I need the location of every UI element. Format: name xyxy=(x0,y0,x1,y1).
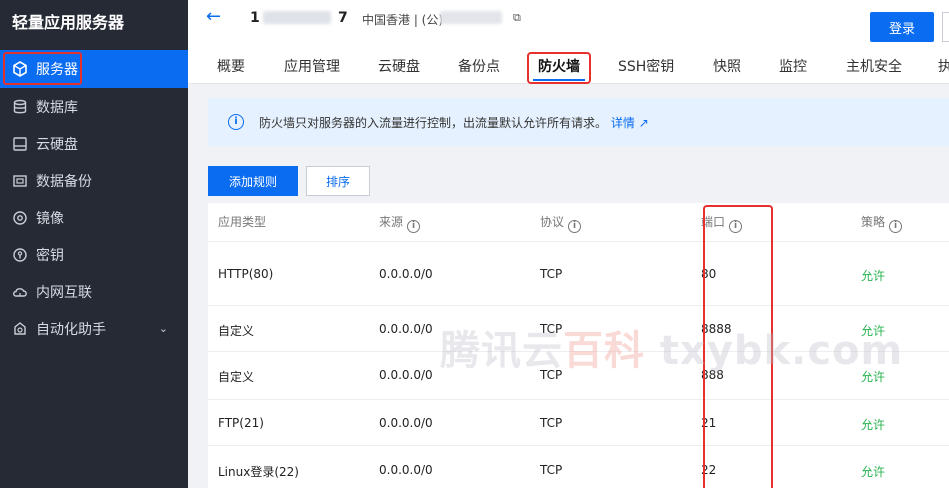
highlight-box xyxy=(3,52,82,85)
notice-message: 防火墙只对服务器的入流量进行控制，出流量默认允许所有请求。 xyxy=(259,116,608,130)
cell-policy: 允许 xyxy=(861,418,886,432)
sidebar-item-label: 密钥 xyxy=(36,247,64,264)
key-icon xyxy=(11,246,29,264)
sort-button[interactable]: 排序 xyxy=(306,166,370,196)
sidebar-item-intranet[interactable]: 内网互联 xyxy=(0,273,188,310)
table-row: FTP(21) 0.0.0.0/0 TCP 21 允许 xyxy=(208,399,949,445)
sidebar: 轻量应用服务器 服务器 数据库 云硬盘 数据备份 镜像 密钥 内网互联 自动化助… xyxy=(0,0,188,488)
cell-protocol: TCP xyxy=(540,463,563,477)
sidebar-item-label: 内网互联 xyxy=(36,284,92,301)
gear-icon xyxy=(11,320,29,338)
cloud-link-icon xyxy=(11,283,29,301)
more-button-edge[interactable] xyxy=(942,12,949,42)
info-notice: i 防火墙只对服务器的入流量进行控制，出流量默认允许所有请求。 详情 ↗ xyxy=(208,98,949,146)
redacted-public-ip xyxy=(440,11,502,24)
notice-text: 防火墙只对服务器的入流量进行控制，出流量默认允许所有请求。 详情 ↗ xyxy=(259,114,649,131)
cell-source: 0.0.0.0/0 xyxy=(379,267,433,281)
cell-policy: 允许 xyxy=(861,269,886,283)
header-label: 协议 xyxy=(540,215,565,229)
tab-app-management[interactable]: 应用管理 xyxy=(284,56,340,76)
cell-app-type: 自定义 xyxy=(218,370,255,384)
copy-icon[interactable]: ⧉ xyxy=(513,11,521,25)
watermark-text-red: 百科 xyxy=(563,328,645,374)
sidebar-item-label: 镜像 xyxy=(36,210,64,227)
cell-app-type: 自定义 xyxy=(218,324,255,338)
chevron-down-icon[interactable]: ⌄ xyxy=(159,322,168,335)
info-icon[interactable]: i xyxy=(889,220,903,233)
sidebar-item-label: 云硬盘 xyxy=(36,136,78,153)
cell-policy: 允许 xyxy=(861,465,886,479)
sidebar-item-label: 自动化助手 xyxy=(36,321,106,338)
sidebar-item-disk[interactable]: 云硬盘 xyxy=(0,125,188,162)
tab-firewall[interactable]: 防火墙 xyxy=(538,56,580,76)
tab-host-security[interactable]: 主机安全 xyxy=(846,56,902,76)
watermark: 腾讯云百科 txybk.com xyxy=(440,318,903,376)
back-arrow-icon[interactable]: ← xyxy=(206,6,221,27)
active-tab-underline xyxy=(533,79,585,81)
cell-source: 0.0.0.0/0 xyxy=(379,368,433,382)
cell-source: 0.0.0.0/0 xyxy=(379,416,433,430)
cell-protocol: TCP xyxy=(540,416,563,430)
tab-ssh-keys[interactable]: SSH密钥 xyxy=(618,56,674,76)
tab-snapshots[interactable]: 快照 xyxy=(713,56,741,76)
add-rule-button[interactable]: 添加规则 xyxy=(208,166,298,196)
instance-region: 中国香港 | (公) xyxy=(362,13,444,27)
cell-protocol: TCP xyxy=(540,267,563,281)
disk-icon xyxy=(11,135,29,153)
top-header: ← 1 7 中国香港 | (公) ⧉ 登录 xyxy=(188,0,949,42)
table-row: Linux登录(22) 0.0.0.0/0 TCP 22 允许 xyxy=(208,445,949,488)
cell-app-type: Linux登录(22) xyxy=(218,465,299,479)
sidebar-item-automation[interactable]: 自动化助手 ⌄ xyxy=(0,310,188,347)
details-link[interactable]: 详情 xyxy=(611,116,635,130)
instance-name-prefix: 1 xyxy=(250,10,260,26)
info-icon[interactable]: i xyxy=(568,220,582,233)
sidebar-item-label: 数据库 xyxy=(36,99,78,116)
watermark-url: txybk.com xyxy=(645,328,904,374)
column-header-protocol: 协议 i xyxy=(540,203,582,241)
tab-backup-points[interactable]: 备份点 xyxy=(458,56,500,76)
header-label: 应用类型 xyxy=(218,215,267,229)
sidebar-item-server[interactable]: 服务器 xyxy=(0,50,188,88)
column-header-policy: 策略 i xyxy=(861,203,903,241)
tab-bar: 概要 应用管理 云硬盘 备份点 防火墙 SSH密钥 快照 监控 主机安全 执 xyxy=(188,48,949,84)
cell-app-type: HTTP(80) xyxy=(218,267,274,281)
cell-source: 0.0.0.0/0 xyxy=(379,463,433,477)
sidebar-item-key[interactable]: 密钥 xyxy=(0,236,188,273)
cell-app-type: FTP(21) xyxy=(218,416,264,430)
sidebar-item-label: 数据备份 xyxy=(36,173,92,190)
info-icon: i xyxy=(228,114,244,130)
login-button[interactable]: 登录 xyxy=(870,12,934,42)
header-label: 来源 xyxy=(379,215,404,229)
database-icon xyxy=(11,98,29,116)
tab-monitoring[interactable]: 监控 xyxy=(779,56,807,76)
sidebar-item-database[interactable]: 数据库 xyxy=(0,88,188,125)
info-icon[interactable]: i xyxy=(407,220,421,233)
image-icon xyxy=(11,209,29,227)
tab-overview[interactable]: 概要 xyxy=(217,56,245,76)
column-header-source: 来源 i xyxy=(379,203,421,241)
brand-title: 轻量应用服务器 xyxy=(12,13,125,32)
redacted-ip xyxy=(263,11,331,24)
cell-source: 0.0.0.0/0 xyxy=(379,322,433,336)
backup-icon xyxy=(11,172,29,190)
sidebar-item-image[interactable]: 镜像 xyxy=(0,199,188,236)
watermark-text: 腾讯云 xyxy=(440,328,563,374)
tab-more[interactable]: 执 xyxy=(938,56,949,76)
table-row: HTTP(80) 0.0.0.0/0 TCP 80 允许 xyxy=(208,241,949,305)
main-content: i 防火墙只对服务器的入流量进行控制，出流量默认允许所有请求。 详情 ↗ 添加规… xyxy=(188,84,949,488)
external-link-icon[interactable]: ↗ xyxy=(639,116,649,130)
header-label: 策略 xyxy=(861,215,886,229)
sidebar-item-backup[interactable]: 数据备份 xyxy=(0,162,188,199)
tab-cloud-disk[interactable]: 云硬盘 xyxy=(378,56,420,76)
instance-name-suffix: 7 xyxy=(338,10,348,26)
column-header-app-type: 应用类型 xyxy=(218,203,266,241)
